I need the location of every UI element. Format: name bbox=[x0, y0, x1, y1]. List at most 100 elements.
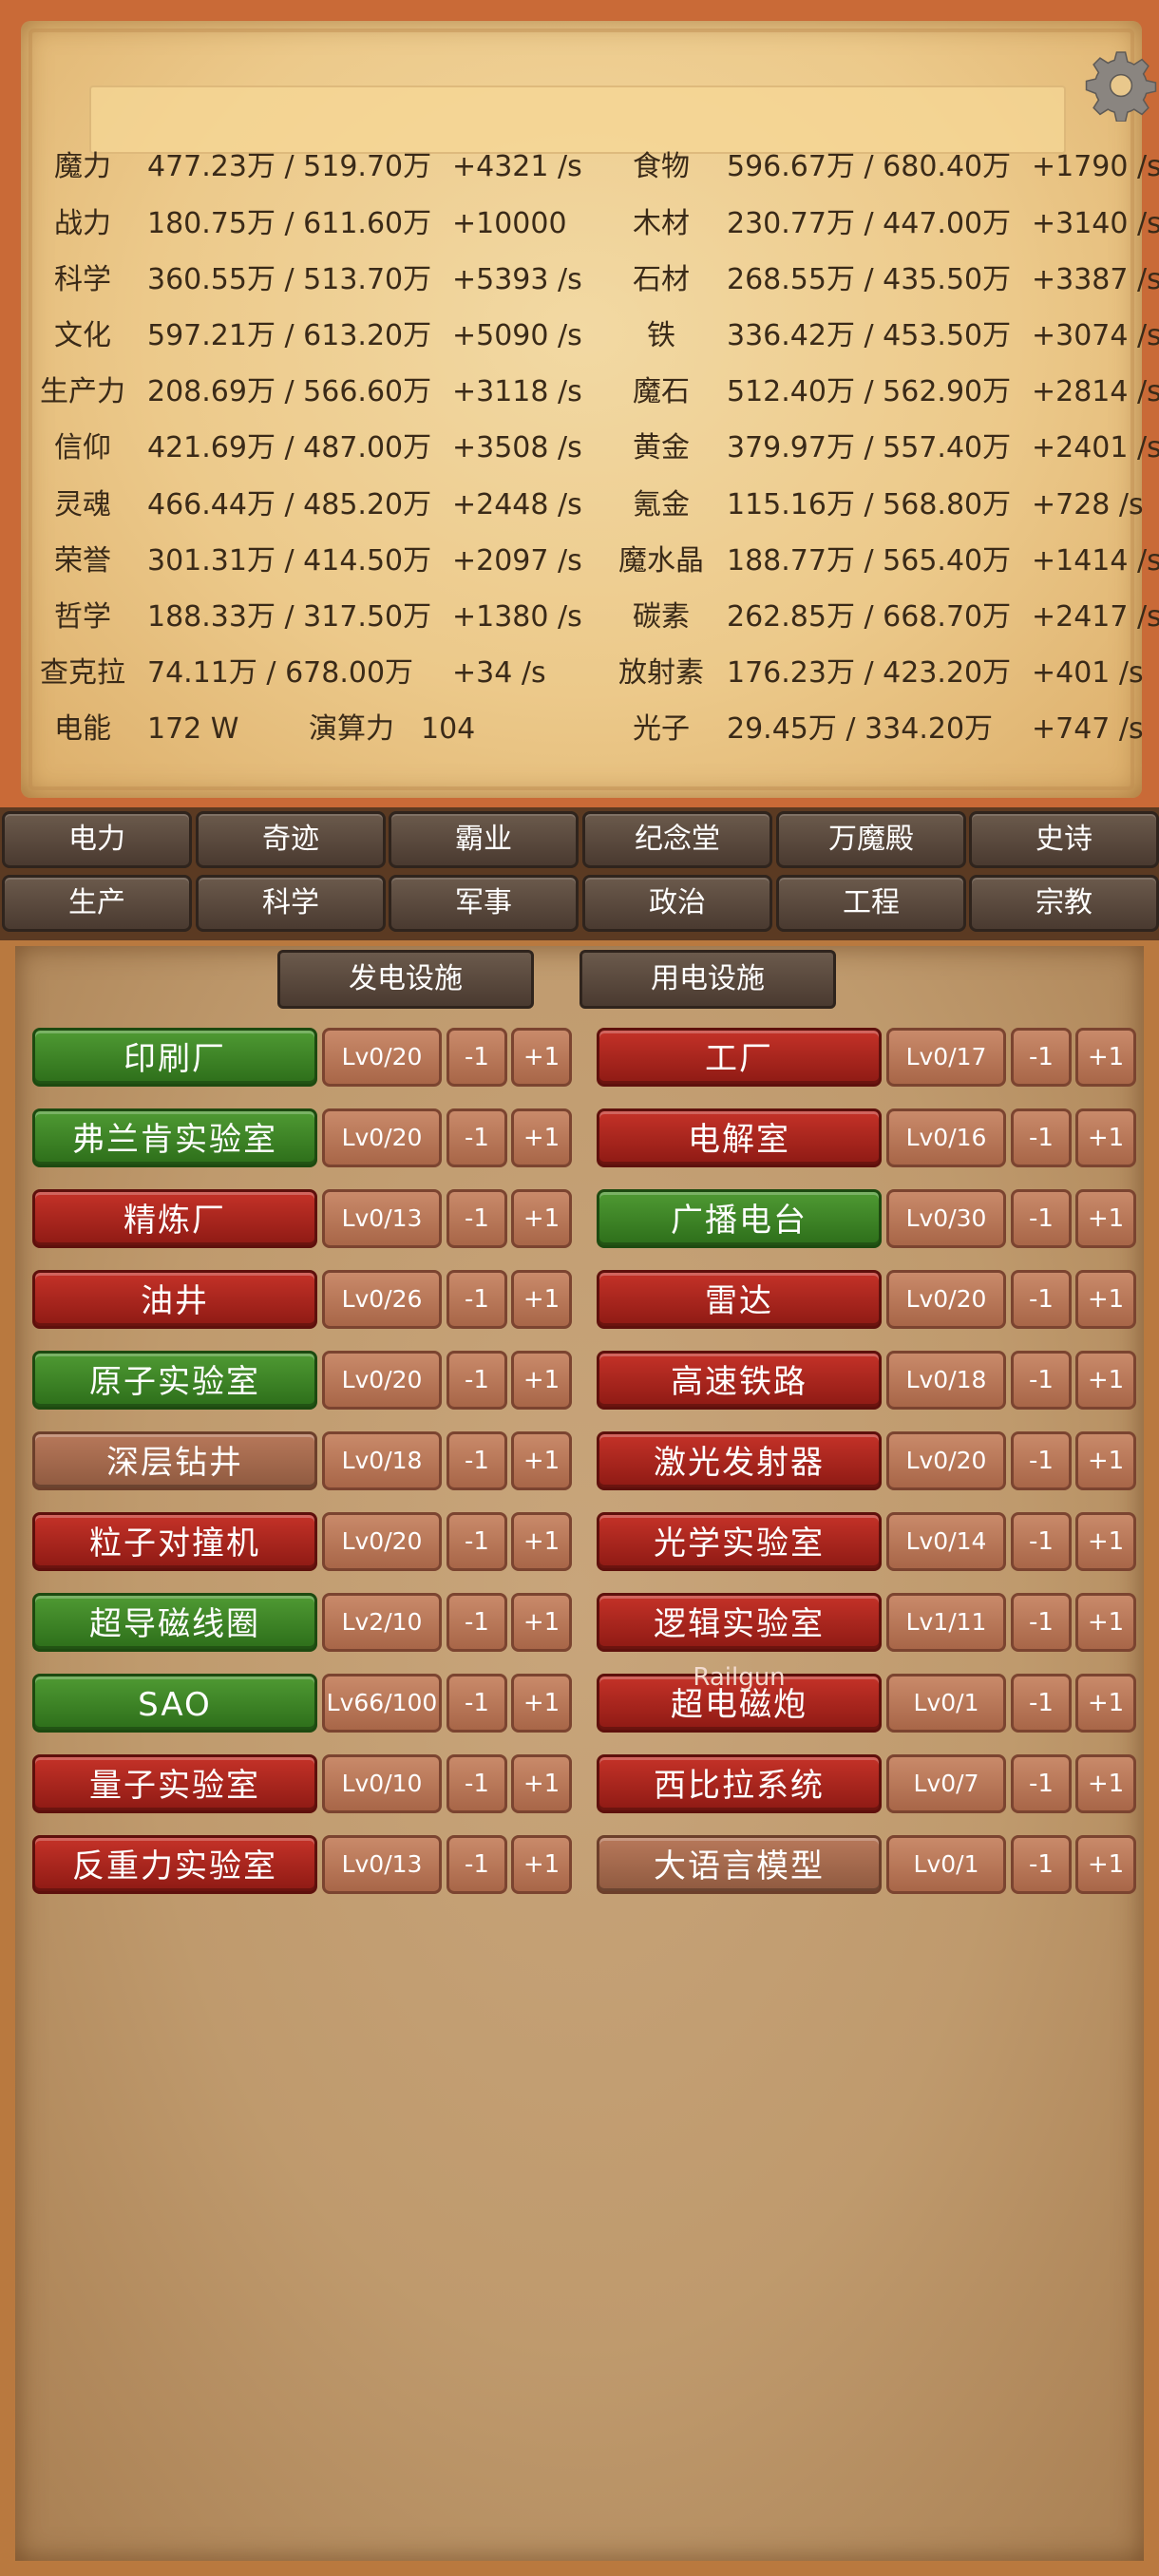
building-button[interactable]: 印刷厂 bbox=[32, 1028, 317, 1087]
increase-button[interactable]: +1 bbox=[1075, 1028, 1136, 1087]
building-button[interactable]: Railgun 超电磁炮 bbox=[597, 1663, 882, 1733]
building-button[interactable]: 反重力实验室 bbox=[32, 1835, 317, 1894]
tab-4[interactable]: 纪念堂 bbox=[582, 811, 772, 868]
building-button[interactable]: 光学实验室 bbox=[597, 1512, 882, 1571]
resource-rate: +2417 /s bbox=[1032, 600, 1159, 634]
tab-10[interactable]: 政治 bbox=[582, 875, 772, 932]
increase-button[interactable]: +1 bbox=[511, 1270, 572, 1329]
building-button[interactable]: SAO bbox=[32, 1674, 317, 1733]
increase-button[interactable]: +1 bbox=[511, 1674, 572, 1733]
building-button[interactable]: 精炼厂 bbox=[32, 1189, 317, 1248]
subtab-power-consumption[interactable]: 用电设施 bbox=[580, 950, 836, 1009]
resource-row: 文化 597.21万 / 613.20万 +5090 /s bbox=[21, 317, 591, 355]
building-level: Lv2/10 bbox=[322, 1593, 442, 1652]
decrease-button[interactable]: -1 bbox=[446, 1189, 507, 1248]
tab-5[interactable]: 万魔殿 bbox=[776, 811, 966, 868]
resource-name: 生产力 bbox=[40, 375, 125, 408]
increase-button[interactable]: +1 bbox=[1075, 1351, 1136, 1410]
building-button[interactable]: 雷达 bbox=[597, 1270, 882, 1329]
increase-button[interactable]: +1 bbox=[1075, 1754, 1136, 1813]
building-button[interactable]: 西比拉系统 bbox=[597, 1754, 882, 1813]
building-button[interactable]: 原子实验室 bbox=[32, 1351, 317, 1410]
tab-1[interactable]: 电力 bbox=[2, 811, 192, 868]
increase-button[interactable]: +1 bbox=[1075, 1593, 1136, 1652]
increase-button[interactable]: +1 bbox=[511, 1351, 572, 1410]
resource-row: 信仰 421.69万 / 487.00万 +3508 /s bbox=[21, 429, 591, 467]
decrease-button[interactable]: -1 bbox=[446, 1351, 507, 1410]
building-board-inner: 发电设施 用电设施 印刷厂 Lv0/20 -1 +1 弗兰肯实验室 Lv0/20 -1 +1 精炼厂… bbox=[15, 946, 1144, 2561]
increase-button[interactable]: +1 bbox=[511, 1189, 572, 1248]
increase-button[interactable]: +1 bbox=[511, 1512, 572, 1571]
resource-rate: +728 /s bbox=[1032, 488, 1144, 521]
building-level: Lv0/1 bbox=[886, 1674, 1006, 1733]
resource-value: 360.55万 / 513.70万 bbox=[147, 263, 432, 296]
tab-6[interactable]: 史诗 bbox=[969, 811, 1159, 868]
tab-8[interactable]: 科学 bbox=[196, 875, 386, 932]
building-button[interactable]: 粒子对撞机 bbox=[32, 1512, 317, 1571]
building-button[interactable]: 高速铁路 bbox=[597, 1351, 882, 1410]
decrease-button[interactable]: -1 bbox=[1011, 1593, 1072, 1652]
decrease-button[interactable]: -1 bbox=[446, 1431, 507, 1490]
decrease-button[interactable]: -1 bbox=[1011, 1108, 1072, 1167]
building-button[interactable]: 量子实验室 bbox=[32, 1754, 317, 1813]
decrease-button[interactable]: -1 bbox=[446, 1270, 507, 1329]
resource-row: 荣誉 301.31万 / 414.50万 +2097 /s bbox=[21, 542, 591, 580]
building-button[interactable]: 深层钻井 bbox=[32, 1431, 317, 1490]
increase-button[interactable]: +1 bbox=[1075, 1108, 1136, 1167]
decrease-button[interactable]: -1 bbox=[1011, 1835, 1072, 1894]
resource-rate: +34 /s bbox=[452, 656, 546, 690]
increase-button[interactable]: +1 bbox=[511, 1593, 572, 1652]
decrease-button[interactable]: -1 bbox=[1011, 1512, 1072, 1571]
decrease-button[interactable]: -1 bbox=[446, 1835, 507, 1894]
decrease-button[interactable]: -1 bbox=[1011, 1431, 1072, 1490]
decrease-button[interactable]: -1 bbox=[1011, 1028, 1072, 1087]
decrease-button[interactable]: -1 bbox=[446, 1754, 507, 1813]
building-button[interactable]: 广播电台 bbox=[597, 1189, 882, 1248]
building-button[interactable]: 工厂 bbox=[597, 1028, 882, 1087]
decrease-button[interactable]: -1 bbox=[446, 1674, 507, 1733]
increase-button[interactable]: +1 bbox=[511, 1108, 572, 1167]
increase-button[interactable]: +1 bbox=[1075, 1674, 1136, 1733]
decrease-button[interactable]: -1 bbox=[446, 1593, 507, 1652]
resource-value: 188.77万 / 565.40万 bbox=[727, 544, 1012, 578]
building-button[interactable]: 激光发射器 bbox=[597, 1431, 882, 1490]
decrease-button[interactable]: -1 bbox=[1011, 1351, 1072, 1410]
power-label: 电能 bbox=[54, 712, 111, 746]
tab-3[interactable]: 霸业 bbox=[389, 811, 579, 868]
increase-button[interactable]: +1 bbox=[1075, 1835, 1136, 1894]
tab-12[interactable]: 宗教 bbox=[969, 875, 1159, 932]
tab-11[interactable]: 工程 bbox=[776, 875, 966, 932]
decrease-button[interactable]: -1 bbox=[1011, 1189, 1072, 1248]
building-button[interactable]: 油井 bbox=[32, 1270, 317, 1329]
building-button[interactable]: 弗兰肯实验室 bbox=[32, 1108, 317, 1167]
building-name: 印刷厂 bbox=[124, 1040, 226, 1078]
decrease-button[interactable]: -1 bbox=[446, 1028, 507, 1087]
increase-button[interactable]: +1 bbox=[1075, 1512, 1136, 1571]
increase-button[interactable]: +1 bbox=[511, 1028, 572, 1087]
increase-button[interactable]: +1 bbox=[511, 1431, 572, 1490]
resource-value: 180.75万 / 611.60万 bbox=[147, 207, 432, 240]
subtab-power-generation[interactable]: 发电设施 bbox=[277, 950, 534, 1009]
resource-row: 石材 268.55万 / 435.50万 +3387 /s bbox=[599, 261, 1159, 299]
decrease-button[interactable]: -1 bbox=[1011, 1270, 1072, 1329]
tab-7[interactable]: 生产 bbox=[2, 875, 192, 932]
gear-icon[interactable] bbox=[1085, 49, 1157, 122]
decrease-button[interactable]: -1 bbox=[1011, 1754, 1072, 1813]
decrease-button[interactable]: -1 bbox=[1011, 1674, 1072, 1733]
tab-2[interactable]: 奇迹 bbox=[196, 811, 386, 868]
building-button[interactable]: 大语言模型 bbox=[597, 1835, 882, 1894]
building-button[interactable]: 电解室 bbox=[597, 1108, 882, 1167]
building-level: Lv0/10 bbox=[322, 1754, 442, 1813]
decrease-button[interactable]: -1 bbox=[446, 1512, 507, 1571]
tab-9[interactable]: 军事 bbox=[389, 875, 579, 932]
building-button[interactable]: 超导磁线圈 bbox=[32, 1593, 317, 1652]
building-name: 逻辑实验室 bbox=[654, 1605, 825, 1643]
decrease-button[interactable]: -1 bbox=[446, 1108, 507, 1167]
increase-button[interactable]: +1 bbox=[511, 1754, 572, 1813]
building-button[interactable]: 逻辑实验室 bbox=[597, 1593, 882, 1652]
increase-button[interactable]: +1 bbox=[511, 1835, 572, 1894]
increase-button[interactable]: +1 bbox=[1075, 1270, 1136, 1329]
increase-button[interactable]: +1 bbox=[1075, 1431, 1136, 1490]
category-tabs: 电力 奇迹 霸业 纪念堂 万魔殿 史诗生产 科学 军事 政治 工程 宗教 bbox=[0, 807, 1159, 940]
increase-button[interactable]: +1 bbox=[1075, 1189, 1136, 1248]
